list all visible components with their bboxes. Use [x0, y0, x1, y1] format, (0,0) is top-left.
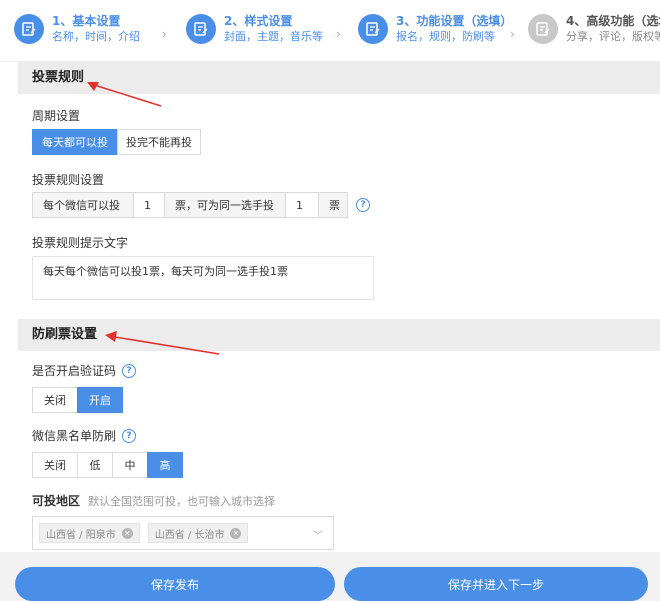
rule-suffix: 票 [318, 192, 348, 218]
help-icon[interactable]: ? [122, 363, 137, 378]
chevron-down-icon: ﹀ [313, 531, 323, 542]
region-tag: 山西省 / 阳泉市 ✕ [39, 523, 140, 543]
settings-content: 投票规则 周期设置 每天都可以投 投完不能再投 投票规则设置 每个微信可以投 1… [0, 62, 660, 552]
step-style[interactable]: 2、样式设置 封面，主题，音乐等 [186, 14, 323, 44]
step-function[interactable]: 3、功能设置（选填） 报名，规则，防刷等 [358, 14, 512, 44]
step-title: 2、样式设置 [224, 14, 293, 28]
chevron-right-icon: › [162, 27, 167, 41]
step-subtitle: 分享，评论，版权等 [566, 30, 660, 43]
region-tag: 山西省 / 长治市 ✕ [147, 523, 249, 543]
label-text: 投票规则设置 [32, 173, 105, 187]
cycle-option-once[interactable]: 投完不能再投 [117, 129, 201, 155]
save-next-button[interactable]: 保存并进入下一步 [344, 567, 648, 601]
step-subtitle: 报名，规则，防刷等 [396, 30, 495, 43]
label-text: 微信黑名单防刷 [32, 429, 117, 443]
tip-label: 投票规则提示文字 [32, 234, 128, 251]
captcha-option-on[interactable]: 开启 [77, 387, 123, 413]
votes-per-user-input[interactable]: 1 [133, 192, 165, 218]
label-text: 周期设置 [32, 109, 81, 123]
rule-label: 投票规则设置 [32, 171, 104, 188]
step-advanced[interactable]: 4、高级功能（选填） 分享，评论，版权等 [528, 14, 660, 44]
label-text: 投票规则提示文字 [32, 236, 129, 250]
same-player-votes-input[interactable]: 1 [285, 192, 319, 218]
captcha-option-off[interactable]: 关闭 [32, 387, 78, 413]
cycle-label: 周期设置 [32, 107, 80, 124]
edit-icon [358, 14, 388, 44]
blacklist-option-off[interactable]: 关闭 [32, 452, 78, 478]
help-icon[interactable]: ? [356, 198, 370, 212]
close-icon[interactable]: ✕ [121, 527, 133, 539]
step-title: 3、功能设置（选填） [396, 14, 513, 28]
captcha-label: 是否开启验证码 ? [32, 362, 137, 379]
edit-icon [14, 14, 44, 44]
region-select[interactable]: 山西省 / 阳泉市 ✕ 山西省 / 长治市 ✕ ﹀ [32, 516, 334, 550]
footer-bar: 保存发布 保存并进入下一步 [0, 552, 660, 601]
section-title-anti-fraud: 防刷票设置 [18, 319, 660, 351]
section-title-vote-rules: 投票规则 [18, 62, 660, 94]
captcha-button-group: 关闭 开启 [32, 387, 123, 413]
chevron-right-icon: › [336, 27, 341, 41]
chevron-right-icon: › [510, 27, 515, 41]
blacklist-option-mid[interactable]: 中 [112, 452, 148, 478]
region-label: 可投地区 默认全国范围可投，也可输入城市选择 [32, 492, 275, 509]
step-subtitle: 封面，主题，音乐等 [224, 30, 323, 43]
blacklist-button-group: 关闭 低 中 高 [32, 452, 183, 478]
label-text: 是否开启验证码 [32, 364, 117, 378]
blacklist-option-low[interactable]: 低 [77, 452, 113, 478]
blacklist-label: 微信黑名单防刷 ? [32, 427, 137, 444]
tag-text: 山西省 / 阳泉市 [46, 529, 116, 541]
step-title: 1、基本设置 [52, 14, 121, 28]
rule-middle: 票，可为同一选手投 [164, 192, 286, 218]
step-title: 4、高级功能（选填） [566, 14, 660, 28]
vote-rule-row: 每个微信可以投 1 票，可为同一选手投 1 票 ? [32, 192, 370, 218]
steps-header: 1、基本设置 名称，时间，介绍 › 2、样式设置 封面，主题，音乐等 › 3、功… [0, 0, 660, 62]
blacklist-option-high[interactable]: 高 [147, 452, 183, 478]
edit-icon [186, 14, 216, 44]
edit-icon [528, 14, 558, 44]
cycle-option-daily[interactable]: 每天都可以投 [32, 129, 118, 155]
rule-prefix: 每个微信可以投 [32, 192, 134, 218]
tip-textarea[interactable]: 每天每个微信可以投1票，每天可为同一选手投1票 [32, 256, 374, 300]
region-hint: 默认全国范围可投，也可输入城市选择 [88, 494, 276, 508]
cycle-button-group: 每天都可以投 投完不能再投 [32, 129, 201, 155]
label-text: 可投地区 [32, 494, 81, 508]
step-subtitle: 名称，时间，介绍 [52, 30, 140, 43]
save-publish-button[interactable]: 保存发布 [15, 567, 335, 601]
help-icon[interactable]: ? [122, 428, 137, 443]
step-basic[interactable]: 1、基本设置 名称，时间，介绍 [14, 14, 140, 44]
tag-text: 山西省 / 长治市 [154, 529, 225, 541]
close-icon[interactable]: ✕ [230, 527, 242, 539]
